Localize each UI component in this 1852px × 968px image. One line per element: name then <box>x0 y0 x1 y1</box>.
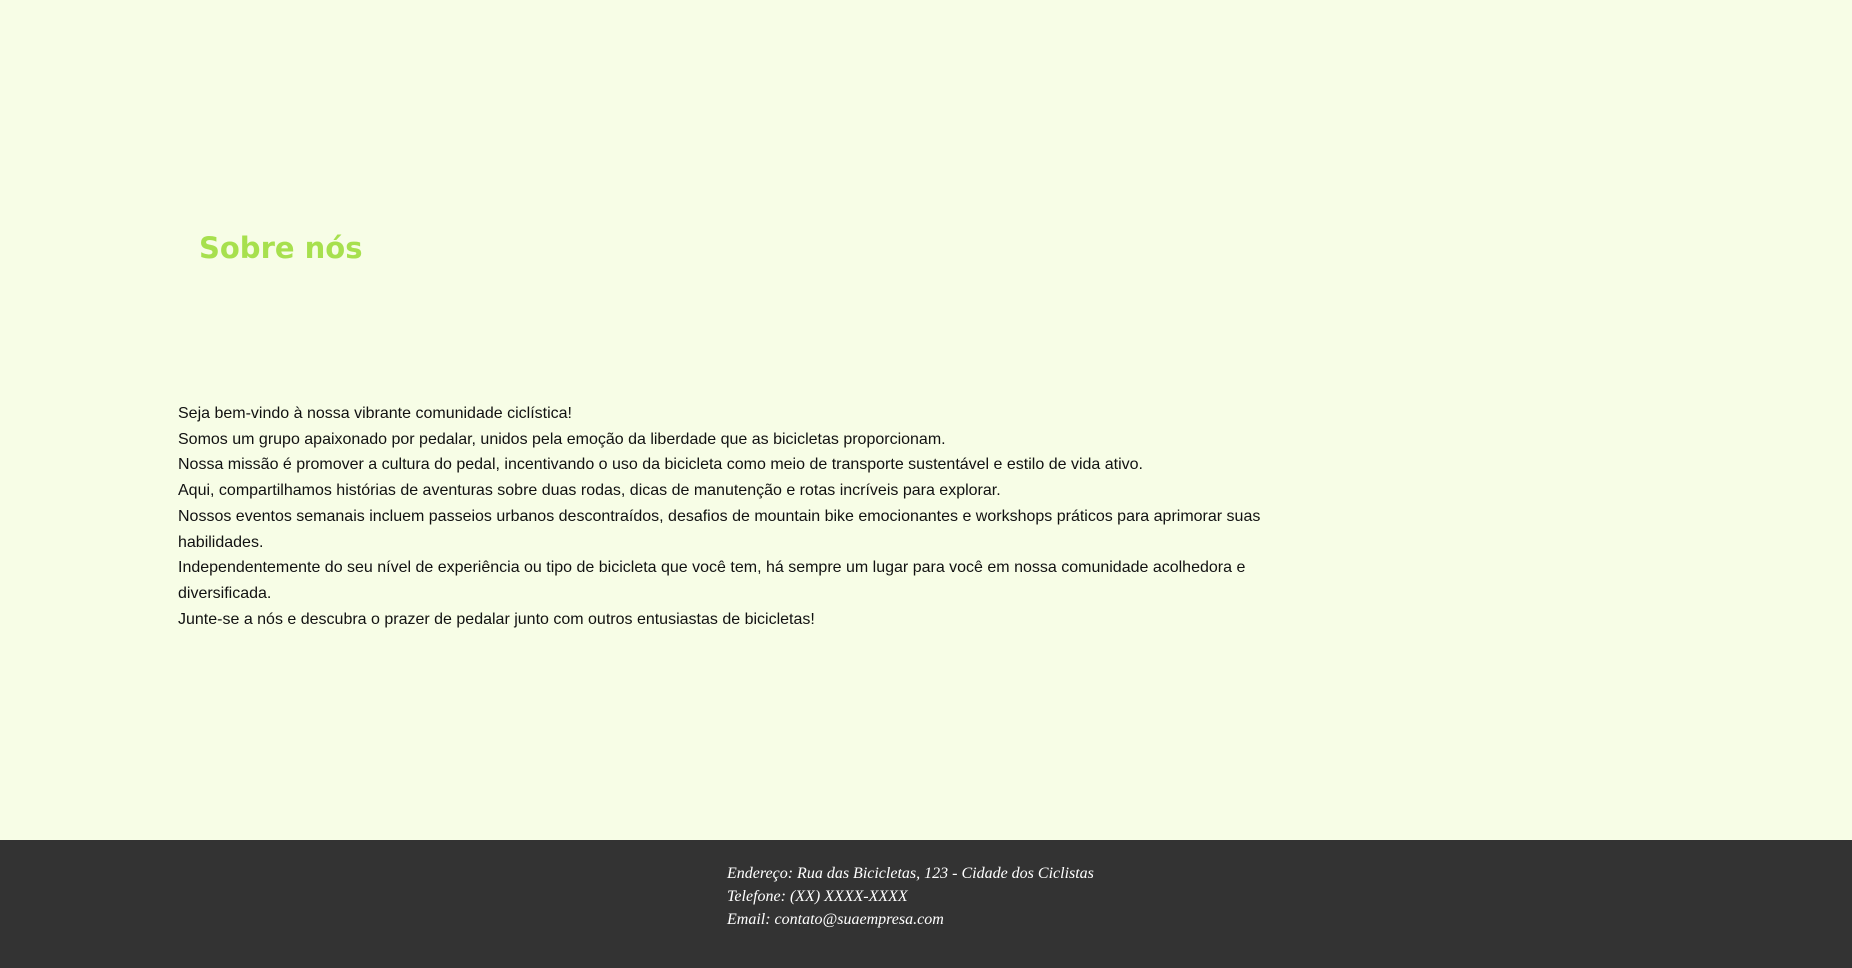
site-footer: Endereço: Rua das Bicicletas, 123 - Cida… <box>0 840 1852 968</box>
about-paragraph-inclusive: Independentemente do seu nível de experi… <box>178 559 1246 602</box>
about-paragraph-join: Junte-se a nós e descubra o prazer de pe… <box>178 610 815 628</box>
about-paragraph-welcome: Seja bem-vindo à nossa vibrante comunida… <box>178 405 572 422</box>
page-title: Sobre nós <box>199 231 363 265</box>
about-paragraph-events: Nossos eventos semanais incluem passeios… <box>178 507 1261 551</box>
footer-phone: Telefone: (XX) XXXX-XXXX <box>727 888 908 905</box>
footer-email: Email: contato@suaempresa.com <box>727 911 944 928</box>
about-description: Seja bem-vindo à nossa vibrante comunida… <box>178 401 1278 632</box>
about-paragraph-mission: Nossa missão é promover a cultura do ped… <box>178 456 1143 474</box>
about-paragraph-group: Somos um grupo apaixonado por pedalar, u… <box>178 430 946 448</box>
footer-address: Endereço: Rua das Bicicletas, 123 - Cida… <box>727 865 1094 882</box>
contact-info: Endereço: Rua das Bicicletas, 123 - Cida… <box>727 862 1094 931</box>
about-page: Sobre nós Seja bem-vindo à nossa vibrant… <box>0 0 1852 840</box>
about-paragraph-stories: Aqui, compartilhamos histórias de aventu… <box>178 482 1001 500</box>
